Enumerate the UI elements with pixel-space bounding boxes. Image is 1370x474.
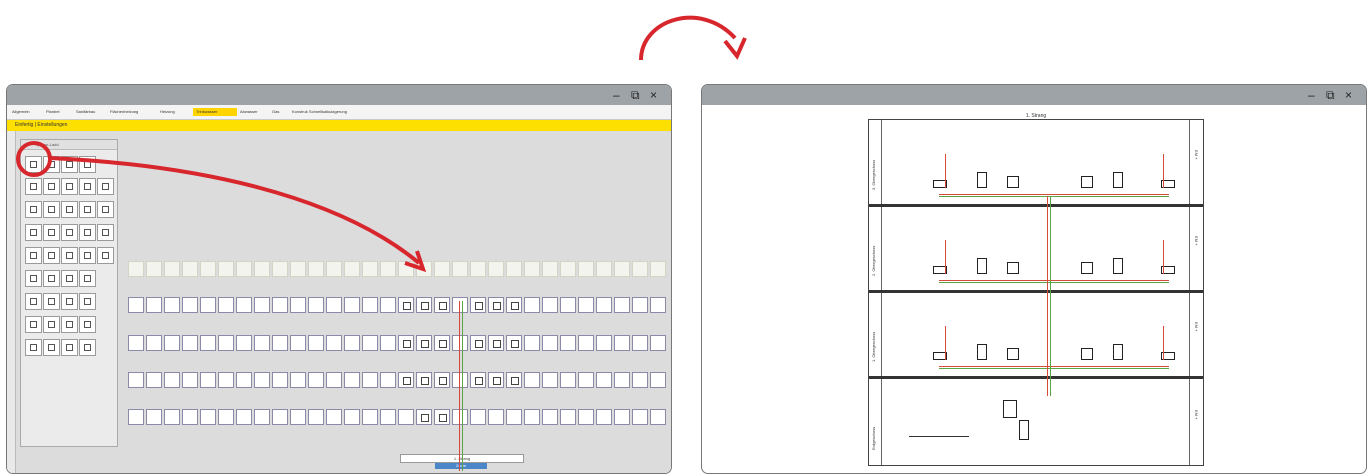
main-riser (1047, 196, 1048, 396)
fixture-riser (945, 240, 946, 274)
floor-code: EM + (1194, 322, 1199, 332)
floor-code: EM + (1194, 236, 1199, 246)
basement-equipment (1003, 400, 1017, 418)
fixture-riser (945, 326, 946, 360)
distribution-pipe (939, 366, 1169, 367)
right-title-bar: – ⧉ × (702, 85, 1366, 105)
distribution-pipe (939, 280, 1169, 281)
distribution-pipe (939, 282, 1169, 283)
sanitary-fixture (1007, 262, 1019, 274)
sanitary-fixture (977, 344, 987, 360)
highlight-circle-icon (16, 141, 52, 177)
drawing-title: 1. Strang (1025, 113, 1047, 119)
distribution-pipe (939, 196, 1169, 197)
sanitary-fixture (1113, 172, 1123, 188)
fixture-riser (1163, 154, 1164, 188)
right-app-window: – ⧉ × 1. Strang 3. Obergeschoss 2. Oberg… (701, 84, 1367, 474)
fixture-riser (1163, 326, 1164, 360)
floor-code: EM + (1194, 410, 1199, 420)
supply-line (909, 436, 969, 437)
distribution-pipe (939, 368, 1169, 369)
fixture-riser (945, 154, 946, 188)
sanitary-fixture (1081, 262, 1093, 274)
floor-line (869, 376, 1203, 379)
sanitary-fixture (1007, 176, 1019, 188)
floor-label: 3. Obergeschoss (871, 159, 876, 190)
sanitary-fixture (977, 258, 987, 274)
fixture-riser (1163, 240, 1164, 274)
sanitary-fixture (1081, 176, 1093, 188)
floor-code: EM + (1194, 150, 1199, 160)
floor-label: Erdgeschoss (871, 426, 876, 450)
distribution-pipe (939, 194, 1169, 195)
maximize-icon[interactable]: ⧉ (1326, 87, 1335, 103)
floor-label: 1. Obergeschoss (871, 331, 876, 362)
floor-line (869, 290, 1203, 293)
floor-label: 2. Obergeschoss (871, 245, 876, 276)
sanitary-fixture (1113, 344, 1123, 360)
floor-line (869, 204, 1203, 207)
sanitary-fixture (1113, 258, 1123, 274)
left-app-window: – ⧉ × Allgemein Planbet Sanitärbau Fläch… (6, 84, 672, 474)
close-icon[interactable]: × (1345, 87, 1352, 103)
sanitary-fixture (1007, 348, 1019, 360)
sanitary-fixture (1081, 348, 1093, 360)
minimize-icon[interactable]: – (1308, 87, 1315, 103)
riser-drawing: 1. Strang 3. Obergeschoss 2. Obergeschos… (868, 113, 1204, 466)
drag-arrow-icon (16, 141, 427, 273)
main-riser (1050, 196, 1051, 396)
sanitary-fixture (977, 172, 987, 188)
basement-equipment (1019, 420, 1029, 440)
